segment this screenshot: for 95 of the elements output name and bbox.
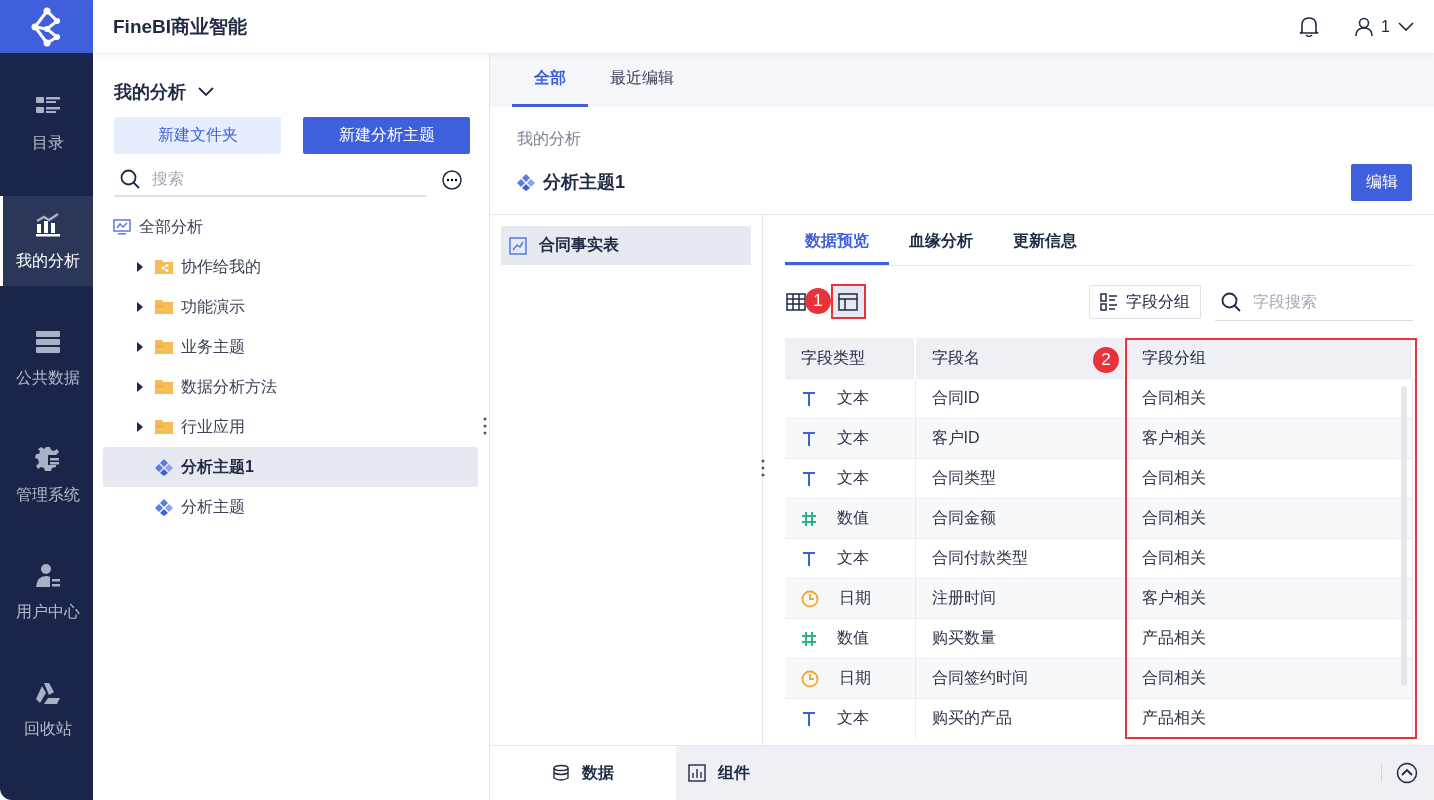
table-cell: 产品相关 bbox=[1125, 698, 1412, 738]
tab[interactable]: 更新信息 bbox=[993, 220, 1097, 265]
tree-item[interactable]: 全部分析 bbox=[103, 207, 478, 247]
caret-right-icon[interactable] bbox=[135, 302, 145, 312]
diamond-icon bbox=[155, 498, 173, 516]
group-list-icon bbox=[1100, 293, 1118, 311]
folder-icon bbox=[155, 259, 173, 275]
bell-icon[interactable] bbox=[1299, 15, 1320, 38]
line-chart-icon bbox=[509, 236, 527, 255]
table-cell-text: 数值 bbox=[837, 628, 869, 648]
new-folder-button[interactable]: 新建文件夹 bbox=[114, 117, 281, 154]
user-name[interactable]: 1 bbox=[1381, 17, 1390, 36]
chart-monitor-icon bbox=[113, 218, 131, 236]
user-icon[interactable] bbox=[1355, 16, 1374, 37]
hash-icon bbox=[801, 630, 817, 647]
table-cell: 客户相关 bbox=[1125, 418, 1412, 459]
theme-title: 分析主题1 bbox=[543, 171, 625, 194]
tree-item[interactable]: 行业应用 bbox=[103, 407, 478, 447]
scrollbar[interactable] bbox=[1401, 386, 1407, 686]
tree-item[interactable]: 分析主题1 bbox=[103, 447, 478, 487]
table-cell-text: 文本 bbox=[837, 708, 869, 728]
user-icon[interactable] bbox=[34, 562, 62, 590]
table-cell-text: 日期 bbox=[839, 668, 871, 688]
tab[interactable]: 全部 bbox=[512, 53, 588, 107]
column-header: 字段分组 bbox=[1125, 338, 1412, 379]
diamond-icon bbox=[517, 173, 535, 191]
new-theme-button[interactable]: 新建分析主题 bbox=[303, 117, 470, 154]
tree-item[interactable]: 数据分析方法 bbox=[103, 367, 478, 407]
table-cell: 客户相关 bbox=[1125, 578, 1412, 619]
table-cell-text: 日期 bbox=[839, 588, 871, 608]
caret-right-icon[interactable] bbox=[135, 382, 145, 392]
folder-icon bbox=[155, 379, 173, 395]
search-field[interactable]: 搜索 bbox=[150, 168, 404, 189]
search-icon[interactable] bbox=[1221, 291, 1241, 312]
breadcrumb[interactable]: 我的分析 bbox=[517, 107, 1412, 150]
tree-item[interactable]: 功能演示 bbox=[103, 287, 478, 327]
folder-icon bbox=[155, 419, 173, 435]
table-cell-text: 文本 bbox=[837, 548, 869, 568]
collapse-up-icon[interactable] bbox=[1396, 762, 1418, 784]
tab[interactable]: 数据预览 bbox=[785, 220, 889, 265]
caret-right-icon[interactable] bbox=[135, 262, 145, 272]
diamond-icon bbox=[155, 458, 173, 476]
table-cell: 购买的产品 bbox=[915, 698, 1125, 738]
nav-item[interactable]: 目录 bbox=[0, 65, 93, 182]
table-cell: 合同签约时间 bbox=[915, 658, 1125, 699]
table-cell-text: 数值 bbox=[837, 508, 869, 528]
table-item[interactable]: 合同事实表 bbox=[501, 226, 751, 265]
tab[interactable]: 最近编辑 bbox=[588, 53, 696, 107]
tree-item[interactable]: 分析主题 bbox=[103, 487, 478, 527]
text-type-icon bbox=[801, 710, 817, 727]
app-title: FineBI商业智能 bbox=[113, 14, 249, 39]
database-icon[interactable] bbox=[34, 328, 62, 356]
text-type-icon bbox=[801, 430, 817, 447]
tree-item[interactable]: 协作给我的 bbox=[103, 247, 478, 287]
nav-item[interactable]: 管理系统 bbox=[0, 417, 93, 534]
bar-chart-icon[interactable] bbox=[34, 210, 62, 239]
table-cell-text: 文本 bbox=[837, 388, 869, 408]
text-type-icon bbox=[801, 390, 817, 407]
table-cell: 注册时间 bbox=[915, 578, 1125, 619]
caret-right-icon[interactable] bbox=[135, 342, 145, 352]
edit-button[interactable]: 编辑 bbox=[1351, 163, 1412, 201]
nav-item[interactable]: 公共数据 bbox=[0, 300, 93, 417]
clock-icon bbox=[801, 589, 819, 608]
tab[interactable]: 血缘分析 bbox=[889, 220, 993, 265]
table-cell: 合同金额 bbox=[915, 498, 1125, 539]
table-cell-text: 文本 bbox=[837, 468, 869, 488]
chevron-down-icon[interactable] bbox=[198, 87, 214, 97]
folder-icon bbox=[155, 339, 173, 355]
database-icon bbox=[552, 764, 570, 782]
caret-right-icon[interactable] bbox=[135, 422, 145, 432]
tab[interactable]: 组件 bbox=[676, 746, 750, 800]
table-cell: 客户ID bbox=[915, 418, 1125, 459]
hash-icon bbox=[801, 510, 817, 527]
more-icon[interactable] bbox=[442, 169, 462, 190]
column-header: 字段类型 bbox=[785, 338, 915, 379]
text-type-icon bbox=[801, 470, 817, 487]
gear-icon[interactable] bbox=[34, 445, 62, 473]
table-cell: 合同相关 bbox=[1125, 658, 1412, 699]
table-cell-text: 文本 bbox=[837, 428, 869, 448]
nav-item[interactable]: 用户中心 bbox=[0, 534, 93, 651]
text-type-icon bbox=[801, 550, 817, 567]
tree-item[interactable]: 业务主题 bbox=[103, 327, 478, 367]
tab[interactable]: 数据 bbox=[490, 746, 676, 800]
clock-icon bbox=[801, 669, 819, 688]
chevron-down-icon[interactable] bbox=[1398, 21, 1414, 32]
nav-item[interactable]: 回收站 bbox=[0, 651, 93, 768]
field-group-button[interactable]: 字段分组 bbox=[1089, 285, 1201, 319]
highlight-frame bbox=[831, 284, 866, 319]
table-cell: 合同相关 bbox=[1125, 498, 1412, 539]
callout-number: 1 bbox=[805, 288, 831, 314]
nav-item[interactable]: 我的分析 bbox=[0, 196, 93, 286]
section-title: 我的分析 bbox=[114, 81, 186, 104]
search-icon[interactable] bbox=[120, 168, 140, 189]
bar-chart-icon bbox=[688, 764, 706, 782]
folder-icon bbox=[155, 299, 173, 315]
